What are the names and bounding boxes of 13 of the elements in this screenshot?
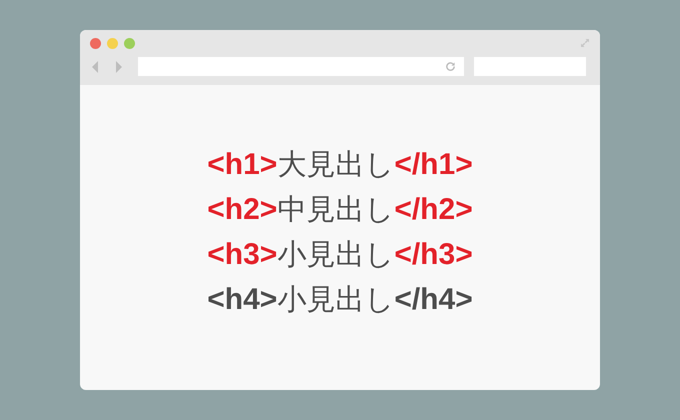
search-field[interactable] <box>474 57 586 76</box>
back-icon[interactable] <box>90 60 100 74</box>
address-field[interactable] <box>138 57 464 76</box>
reload-icon[interactable] <box>445 61 456 72</box>
close-button[interactable] <box>90 38 101 48</box>
forward-icon[interactable] <box>114 60 124 74</box>
expand-icon[interactable] <box>580 38 590 48</box>
code-line: <h3>小見出し</h3> <box>207 236 473 272</box>
minimize-button[interactable] <box>107 38 118 48</box>
code-line: <h1>大見出し</h1> <box>207 146 473 182</box>
code-line: <h2>中見出し</h2> <box>207 190 473 228</box>
code-line: <h4>小見出し</h4> <box>207 280 473 318</box>
maximize-button[interactable] <box>124 38 135 48</box>
